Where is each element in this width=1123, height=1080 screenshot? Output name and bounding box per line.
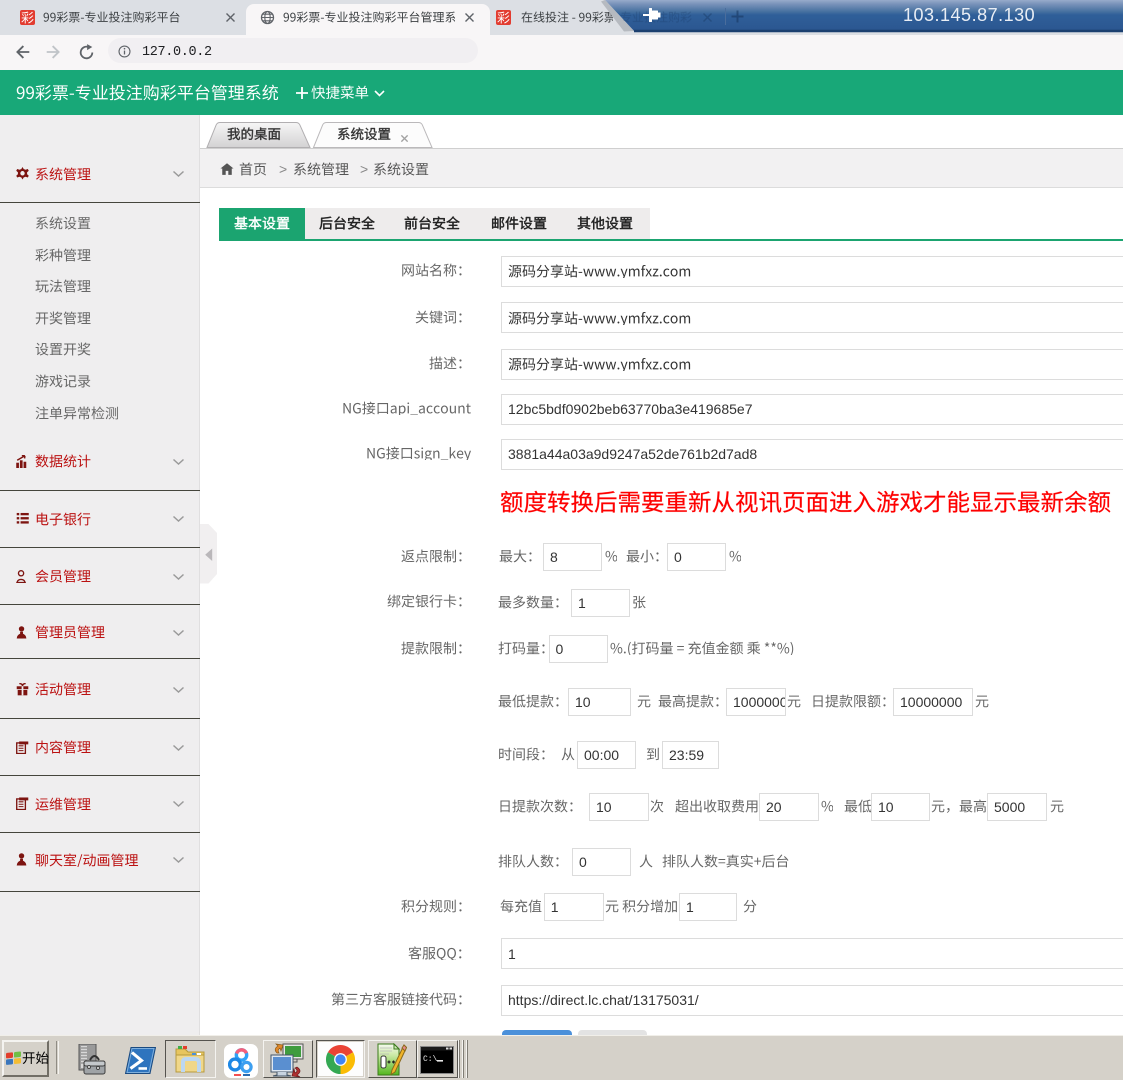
svg-text:C:\: C:\ [423, 1055, 438, 1064]
